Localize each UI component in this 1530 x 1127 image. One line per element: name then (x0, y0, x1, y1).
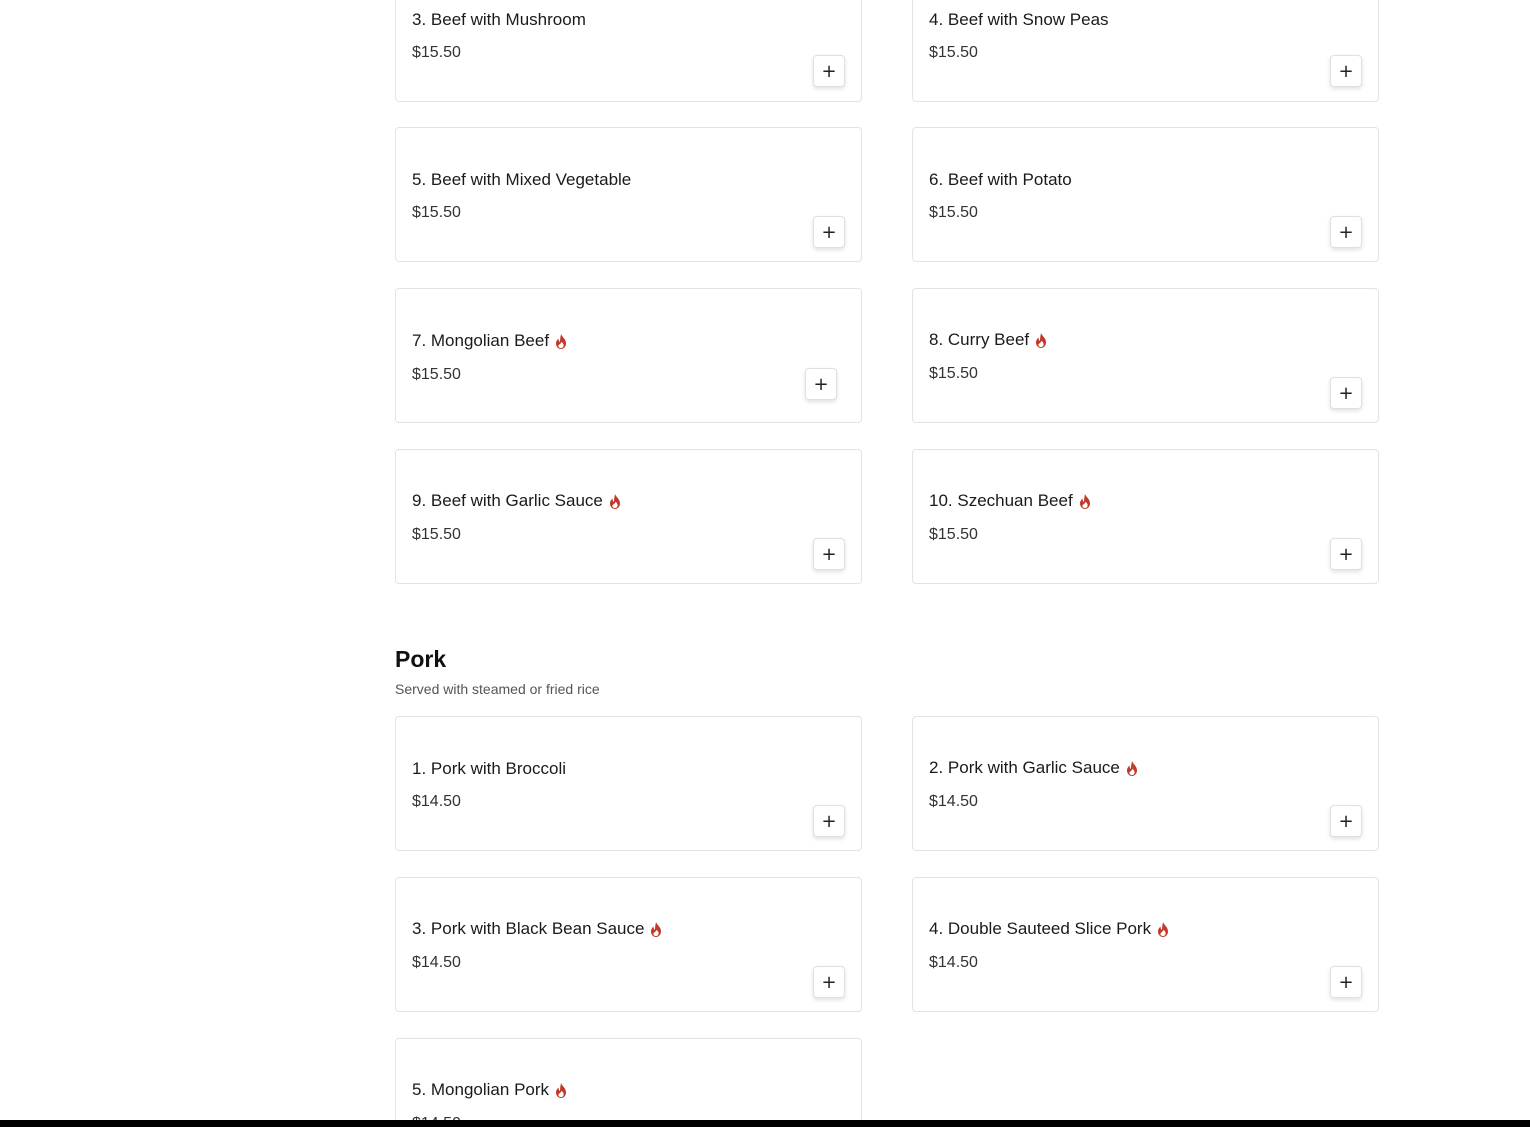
plus-icon: + (821, 971, 837, 993)
add-item-button[interactable]: + (813, 538, 845, 570)
add-item-button[interactable]: + (1330, 966, 1362, 998)
item-price: $15.50 (929, 526, 978, 543)
add-item-button[interactable]: + (813, 805, 845, 837)
menu-item-card[interactable]: 8. Curry Beef $15.50 + (912, 288, 1379, 423)
menu-item-card[interactable]: 2. Pork with Garlic Sauce $14.50 + (912, 716, 1379, 851)
item-price: $15.50 (412, 204, 461, 221)
item-name: 3. Beef with Mushroom (412, 10, 586, 29)
plus-icon: + (1338, 810, 1354, 832)
menu-item-card[interactable]: 7. Mongolian Beef $15.50 + (395, 288, 862, 423)
flame-icon (609, 493, 620, 509)
add-item-button[interactable]: + (805, 368, 837, 400)
plus-icon: + (821, 543, 837, 565)
plus-icon: + (821, 60, 837, 82)
menu-page: 3. Beef with Mushroom $15.50 + 4. Beef w… (0, 0, 1530, 1127)
item-name: 5. Beef with Mixed Vegetable (412, 170, 632, 189)
item-name: 6. Beef with Potato (929, 170, 1072, 189)
add-item-button[interactable]: + (1330, 216, 1362, 248)
item-name: 8. Curry Beef (929, 330, 1047, 350)
item-price: $14.50 (929, 954, 978, 971)
item-name: 2. Pork with Garlic Sauce (929, 758, 1138, 778)
item-price: $15.50 (929, 365, 978, 382)
add-item-button[interactable]: + (1330, 538, 1362, 570)
item-name: 4. Double Sauteed Slice Pork (929, 919, 1169, 939)
item-price: $14.50 (929, 793, 978, 810)
item-price: $15.50 (412, 526, 461, 543)
menu-item-card[interactable]: 5. Beef with Mixed Vegetable $15.50 + (395, 127, 862, 262)
flame-icon (1079, 493, 1090, 509)
add-item-button[interactable]: + (1330, 377, 1362, 409)
menu-item-card[interactable]: 4. Beef with Snow Peas $15.50 + (912, 0, 1379, 102)
item-price: $15.50 (929, 204, 978, 221)
item-price: $14.50 (412, 954, 461, 971)
bottom-bar (0, 1120, 1530, 1127)
add-item-button[interactable]: + (813, 216, 845, 248)
section-title-pork: Pork (395, 646, 447, 672)
add-item-button[interactable]: + (813, 966, 845, 998)
item-name: 9. Beef with Garlic Sauce (412, 491, 621, 511)
flame-icon (1126, 760, 1137, 776)
item-name: 5. Mongolian Pork (412, 1080, 567, 1100)
menu-item-card[interactable]: 9. Beef with Garlic Sauce $15.50 + (395, 449, 862, 584)
plus-icon: + (821, 810, 837, 832)
menu-item-card[interactable]: 4. Double Sauteed Slice Pork $14.50 + (912, 877, 1379, 1012)
flame-icon (1036, 332, 1047, 348)
item-price: $15.50 (412, 366, 461, 383)
flame-icon (556, 333, 567, 349)
section-subtitle: Served with steamed or fried rice (395, 681, 600, 697)
add-item-button[interactable]: + (1330, 805, 1362, 837)
flame-icon (556, 1082, 567, 1098)
item-price: $15.50 (929, 44, 978, 61)
add-item-button[interactable]: + (813, 55, 845, 87)
menu-item-card[interactable]: 3. Pork with Black Bean Sauce $14.50 + (395, 877, 862, 1012)
item-price: $15.50 (412, 44, 461, 61)
item-name: 7. Mongolian Beef (412, 331, 567, 351)
item-name: 1. Pork with Broccoli (412, 759, 566, 778)
plus-icon: + (1338, 543, 1354, 565)
flame-icon (651, 921, 662, 937)
plus-icon: + (1338, 60, 1354, 82)
item-name: 3. Pork with Black Bean Sauce (412, 919, 662, 939)
menu-item-card[interactable]: 3. Beef with Mushroom $15.50 + (395, 0, 862, 102)
menu-item-card[interactable]: 6. Beef with Potato $15.50 + (912, 127, 1379, 262)
flame-icon (1158, 921, 1169, 937)
plus-icon: + (1338, 971, 1354, 993)
menu-item-card[interactable]: 5. Mongolian Pork $14.50 (395, 1038, 862, 1127)
plus-icon: + (813, 373, 829, 395)
item-price: $14.50 (412, 793, 461, 810)
plus-icon: + (1338, 382, 1354, 404)
plus-icon: + (821, 221, 837, 243)
add-item-button[interactable]: + (1330, 55, 1362, 87)
item-name: 4. Beef with Snow Peas (929, 10, 1109, 29)
menu-item-card[interactable]: 1. Pork with Broccoli $14.50 + (395, 716, 862, 851)
menu-item-card[interactable]: 10. Szechuan Beef $15.50 + (912, 449, 1379, 584)
item-name: 10. Szechuan Beef (929, 491, 1091, 511)
plus-icon: + (1338, 221, 1354, 243)
